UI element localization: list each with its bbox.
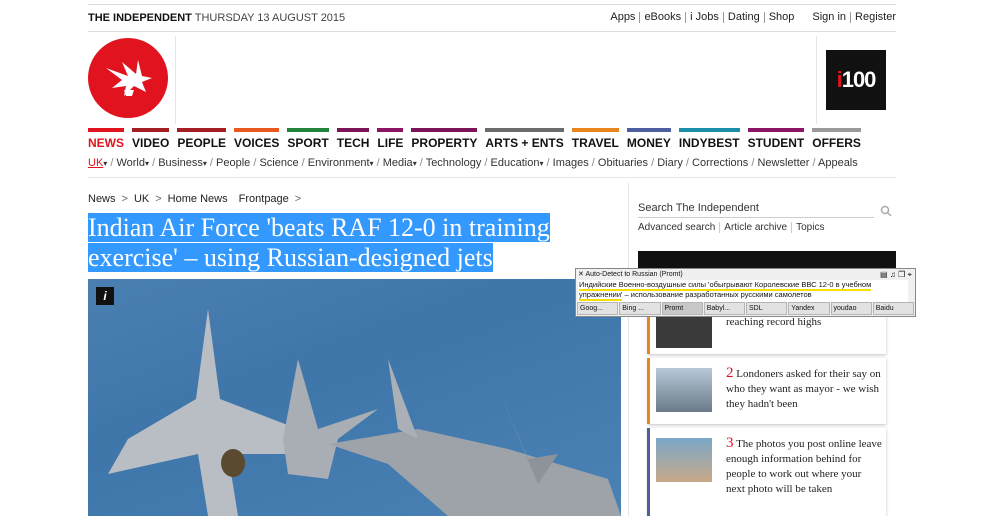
nav-item-property[interactable]: PROPERTY [411, 128, 478, 152]
subnav-item-science[interactable]: Science [259, 157, 298, 169]
subnav-item-media[interactable]: Media [383, 157, 413, 169]
card-thumbnail [656, 438, 712, 482]
most-read-card-3[interactable]: 3 The photos you post online leave enoug… [647, 428, 886, 516]
independent-eagle-logo[interactable] [88, 38, 168, 118]
hero-image: i [88, 279, 621, 516]
top-links: Apps eBooks i Jobs Dating Shop Sign in R… [606, 12, 896, 23]
subnav-item-education[interactable]: Education [491, 157, 540, 169]
link-dating[interactable]: Dating [724, 12, 765, 23]
engine-tab-bing[interactable]: Bing ... [619, 302, 661, 315]
headline-line-1: Indian Air Force 'beats RAF 12-0 in trai… [88, 213, 550, 242]
translator-engine-tabs: Goog... Bing ... Promt Babyl... SDL Yandex you… [577, 302, 914, 315]
engine-tab-goog[interactable]: Goog... [577, 302, 619, 315]
headline-line-2: exercise' – using Russian-designed jets [88, 243, 493, 272]
subnav-item-appeals[interactable]: Appeals [818, 157, 858, 169]
link-register[interactable]: Register [851, 12, 896, 23]
crumb-home-news[interactable]: Home News [168, 193, 228, 205]
translation-text: Индийские Военно-воздушные силы 'обыгрыв… [578, 280, 908, 302]
most-read-card-2[interactable]: 2 Londoners asked for their say on who t… [647, 358, 886, 424]
engine-tab-yandex[interactable]: Yandex [788, 302, 830, 315]
nav-item-people[interactable]: PEOPLE [177, 128, 227, 152]
date: THURSDAY 13 AUGUST 2015 [194, 12, 346, 24]
topics-link[interactable]: Topics [792, 222, 828, 233]
nav-item-tech[interactable]: TECH [336, 128, 370, 152]
subnav-item-obituaries[interactable]: Obituaries [598, 157, 648, 169]
link-shop[interactable]: Shop [765, 12, 799, 23]
link-ijobs[interactable]: i Jobs [686, 12, 724, 23]
translator-title: Auto-Detect to Russian (Promt) [585, 271, 683, 278]
nav-item-sport[interactable]: SPORT [287, 128, 329, 152]
card-rank: 3 [726, 435, 734, 451]
engine-tab-sdl[interactable]: SDL [746, 302, 788, 315]
nav-item-offers[interactable]: OFFERS [812, 128, 861, 152]
subnav-item-environment[interactable]: Environment [308, 157, 370, 169]
engine-tab-babyl[interactable]: Babyl... [703, 302, 745, 315]
card-text: 3 The photos you post online leave enoug… [726, 435, 882, 496]
article-headline: Indian Air Force 'beats RAF 12-0 in trai… [88, 213, 623, 273]
eagle-icon [106, 60, 152, 96]
masthead: i 100 [88, 36, 896, 124]
nav-item-indybest[interactable]: INDYBEST [678, 128, 740, 152]
listen-icon[interactable]: ♫ [890, 270, 896, 279]
i100-promo-banner[interactable] [638, 251, 896, 269]
search-input[interactable]: Search The Independent [638, 202, 874, 218]
brand-date: THE INDEPENDENT THURSDAY 13 AUGUST 2015 [88, 12, 345, 24]
translator-popup[interactable]: ✕ Auto-Detect to Russian (Promt) ▤ ♫ ❐ ⌖… [575, 268, 916, 317]
breadcrumb: News > UK > Home News Frontpage > [88, 193, 302, 205]
engine-tab-promt[interactable]: Promt [661, 302, 703, 315]
nav-item-arts-ents[interactable]: ARTS + ENTS [485, 128, 564, 152]
sub-nav: UK▾ / World▾ / Business▾ / People / Scie… [88, 157, 858, 169]
pin-icon[interactable]: ⌖ [907, 270, 912, 279]
search-icon[interactable] [880, 205, 892, 217]
main-nav: NEWS VIDEO PEOPLE VOICES SPORT TECH LIFE PROPER… [88, 128, 861, 152]
subnav-item-corrections[interactable]: Corrections [692, 157, 748, 169]
engine-tab-baidu[interactable]: Baidu [872, 302, 914, 315]
card-rank: 2 [726, 365, 734, 381]
nav-item-voices[interactable]: VOICES [234, 128, 280, 152]
crumb-news[interactable]: News [88, 193, 116, 205]
subnav-item-technology[interactable]: Technology [426, 157, 482, 169]
subnav-item-newsletter[interactable]: Newsletter [757, 157, 809, 169]
crumb-frontpage[interactable]: Frontpage [239, 193, 289, 205]
copy-icon[interactable]: ▤ [880, 270, 888, 279]
crumb-uk[interactable]: UK [134, 193, 149, 205]
translator-controls: ▤ ♫ ❐ ⌖ [880, 270, 912, 280]
engine-tab-youdao[interactable]: youdao [830, 302, 872, 315]
subnav-item-diary[interactable]: Diary [657, 157, 683, 169]
link-apps[interactable]: Apps [606, 12, 641, 23]
nav-item-student[interactable]: STUDENT [747, 128, 805, 152]
top-bar: THE INDEPENDENT THURSDAY 13 AUGUST 2015 … [88, 4, 896, 32]
nav-item-travel[interactable]: TRAVEL [571, 128, 619, 152]
i100-logo[interactable]: i 100 [826, 50, 886, 110]
window-icon[interactable]: ❐ [898, 270, 905, 279]
card-thumbnail [656, 368, 712, 412]
card-text: 2 Londoners asked for their say on who t… [726, 365, 881, 411]
nav-item-video[interactable]: VIDEO [132, 128, 170, 152]
nav-item-news[interactable]: NEWS [88, 128, 124, 152]
subnav-item-business[interactable]: Business [158, 157, 203, 169]
brand-name: THE INDEPENDENT [88, 12, 192, 24]
subnav-item-images[interactable]: Images [553, 157, 589, 169]
subnav-item-uk[interactable]: UK [88, 157, 103, 169]
subnav-item-people[interactable]: People [216, 157, 250, 169]
article-archive-link[interactable]: Article archive [720, 222, 793, 233]
fighter-jets-image [108, 309, 621, 516]
translator-header: ✕ Auto-Detect to Russian (Promt) [578, 270, 683, 280]
link-signin[interactable]: Sign in [808, 12, 852, 23]
nav-item-life[interactable]: LIFE [377, 128, 404, 152]
close-icon[interactable]: ✕ [578, 271, 584, 278]
subnav-item-world[interactable]: World [116, 157, 145, 169]
advanced-search-link[interactable]: Advanced search [638, 222, 721, 233]
card-text: reaching record highs [726, 316, 822, 328]
link-ebooks[interactable]: eBooks [640, 12, 687, 23]
search-links: Advanced search Article archive Topics [638, 222, 828, 233]
nav-item-money[interactable]: MONEY [626, 128, 671, 152]
